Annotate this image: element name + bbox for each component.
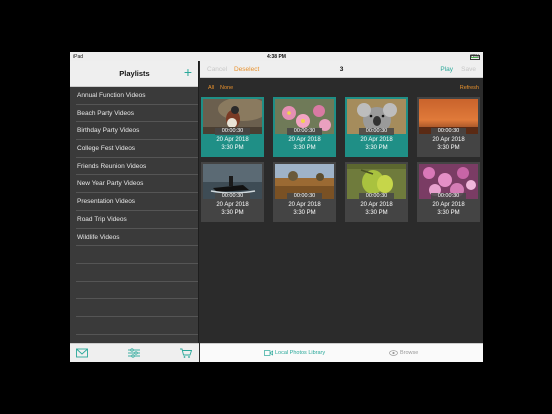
video-card[interactable]: 00:00:30 20 Apr 2018 3:30 PM — [417, 97, 480, 157]
video-duration: 00:00:30 — [215, 193, 250, 200]
video-time-label: 3:30 PM — [365, 210, 388, 216]
status-right: 78% — [469, 54, 480, 60]
video-date-label: 20 Apr 2018 — [216, 137, 249, 143]
playlist-item[interactable]: New Year Party Videos — [76, 175, 198, 194]
video-card[interactable]: 00:00:30 20 Apr 2018 3:30 PM — [345, 162, 408, 222]
video-date: 20 Apr 2018 3:30 PM — [417, 201, 480, 217]
cart-icon[interactable] — [180, 348, 192, 358]
eye-icon — [389, 350, 398, 356]
playlist-item[interactable]: Wildlife Videos — [76, 229, 198, 247]
video-time-label: 3:30 PM — [365, 145, 388, 151]
empty-playlist-row — [76, 246, 198, 264]
video-duration: 00:00:30 — [431, 193, 466, 200]
video-time-label: 3:30 PM — [293, 145, 316, 151]
playlist-item[interactable]: Presentation Videos — [76, 193, 198, 211]
video-time-label: 3:30 PM — [293, 210, 316, 216]
playlists-sidebar: Playlists + Annual Function Videos Beach … — [70, 61, 199, 362]
playlist-item[interactable]: Birthday Party Videos — [76, 122, 198, 141]
sidebar-title: Playlists — [119, 69, 150, 78]
save-button[interactable]: Save — [461, 66, 476, 73]
refresh-button[interactable]: Refresh — [460, 85, 479, 91]
video-card[interactable]: 00:00:30 20 Apr 2018 3:30 PM — [417, 162, 480, 222]
playlist-item[interactable]: Beach Party Videos — [76, 105, 198, 123]
video-date-label: 20 Apr 2018 — [288, 137, 321, 143]
play-button[interactable]: Play — [440, 66, 453, 73]
video-duration: 00:00:30 — [287, 128, 322, 135]
tab-local-label: Local Photos Library — [275, 350, 326, 356]
empty-playlist-row — [76, 317, 198, 335]
video-date: 20 Apr 2018 3:30 PM — [201, 136, 264, 152]
video-duration: 00:00:30 — [359, 193, 394, 200]
video-time-label: 3:30 PM — [221, 210, 244, 216]
video-card[interactable]: 00:00:30 20 Apr 2018 3:30 PM — [345, 97, 408, 157]
video-date-label: 20 Apr 2018 — [432, 137, 465, 143]
clock: 4:38 PM — [267, 53, 286, 60]
video-date-label: 20 Apr 2018 — [288, 202, 321, 208]
playlist-item[interactable]: Annual Function Videos — [76, 87, 198, 105]
source-tab-bar: Local Photos Library Browse — [200, 343, 483, 362]
video-date: 20 Apr 2018 3:30 PM — [201, 201, 264, 217]
ipad-screen: iPad 4:38 PM 78% Playlists + Annual Func… — [70, 52, 483, 362]
video-duration: 00:00:30 — [287, 193, 322, 200]
video-duration: 00:00:30 — [359, 128, 394, 135]
video-card[interactable]: 00:00:30 20 Apr 2018 3:30 PM — [273, 162, 336, 222]
empty-playlist-row — [76, 282, 198, 300]
video-date-label: 20 Apr 2018 — [360, 202, 393, 208]
tab-browse-label: Browse — [400, 350, 419, 356]
sidebar-header: Playlists + — [70, 61, 198, 87]
video-date: 20 Apr 2018 3:30 PM — [345, 136, 408, 152]
empty-playlist-row — [76, 299, 198, 317]
playlist-list: Annual Function Videos Beach Party Videos… — [70, 87, 198, 353]
filter-bar: All None Refresh — [200, 78, 483, 97]
video-card[interactable]: 00:00:30 20 Apr 2018 3:30 PM — [273, 97, 336, 157]
video-browser: Cancel Deselect 3 Play Save All None Ref… — [200, 61, 483, 362]
mail-icon[interactable] — [76, 348, 88, 358]
playlist-item[interactable]: Road Trip Videos — [76, 211, 198, 229]
tab-browse[interactable]: Browse — [389, 350, 418, 356]
settings-sliders-icon[interactable] — [128, 348, 140, 358]
video-time-label: 3:30 PM — [437, 145, 460, 151]
video-time-label: 3:30 PM — [437, 210, 460, 216]
video-time-label: 3:30 PM — [221, 145, 244, 151]
empty-playlist-row — [76, 264, 198, 282]
add-playlist-button[interactable]: + — [184, 64, 192, 80]
video-camera-icon — [264, 350, 273, 356]
video-date-label: 20 Apr 2018 — [216, 202, 249, 208]
playlist-item[interactable]: College Fest Videos — [76, 140, 198, 158]
sidebar-footer — [70, 343, 199, 362]
tab-local-photos-library[interactable]: Local Photos Library — [264, 350, 325, 356]
video-date-label: 20 Apr 2018 — [432, 202, 465, 208]
video-date: 20 Apr 2018 3:30 PM — [417, 136, 480, 152]
navbar: Cancel Deselect 3 Play Save — [200, 61, 483, 78]
video-duration: 00:00:30 — [431, 128, 466, 135]
video-date: 20 Apr 2018 3:30 PM — [345, 201, 408, 217]
status-bar: iPad 4:38 PM 78% — [70, 52, 483, 61]
video-card[interactable]: 00:00:30 20 Apr 2018 3:30 PM — [201, 97, 264, 157]
video-date: 20 Apr 2018 3:30 PM — [273, 136, 336, 152]
video-card[interactable]: 00:00:30 20 Apr 2018 3:30 PM — [201, 162, 264, 222]
video-date: 20 Apr 2018 3:30 PM — [273, 201, 336, 217]
video-date-label: 20 Apr 2018 — [360, 137, 393, 143]
battery-icon — [469, 55, 480, 60]
select-all-button[interactable]: All — [208, 85, 214, 91]
playlist-item[interactable]: Friends Reunion Videos — [76, 158, 198, 176]
select-none-button[interactable]: None — [220, 85, 233, 91]
video-duration: 00:00:30 — [215, 128, 250, 135]
